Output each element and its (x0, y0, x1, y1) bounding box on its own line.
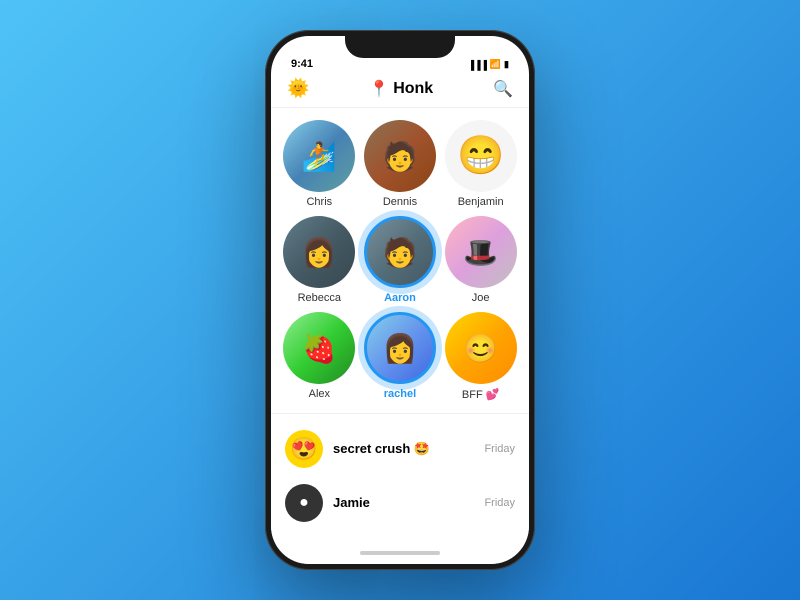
friend-rachel[interactable]: 👩 rachel (364, 312, 437, 401)
message-secret-crush[interactable]: 😍 secret crush 🤩 Friday (271, 422, 529, 476)
friend-name-rebecca: Rebecca (298, 292, 341, 304)
wifi-icon: 📶 (490, 59, 501, 70)
friend-dennis[interactable]: 🧑 Dennis (364, 120, 437, 208)
message-jamie[interactable]: ● Jamie Friday (271, 476, 529, 530)
battery-icon: ▮ (504, 59, 509, 70)
friend-bff[interactable]: 😊 BFF 💕 (444, 312, 517, 401)
friend-avatar-rebecca: 👩 (283, 216, 355, 288)
message-avatar-secret-crush: 😍 (285, 430, 323, 468)
friend-name-dennis: Dennis (383, 196, 417, 208)
app-header: 🌞 📍 Honk 🔍 (271, 74, 529, 108)
message-name-jamie: Jamie (333, 495, 370, 510)
friend-chris[interactable]: 🏄 Chris (283, 120, 356, 208)
friend-name-joe: Joe (472, 292, 490, 304)
home-bar (360, 551, 440, 555)
friend-name-bff: BFF 💕 (462, 388, 500, 401)
app-title-group: 📍 Honk (369, 79, 433, 99)
friend-name-aaron: Aaron (384, 292, 416, 304)
friend-aaron[interactable]: 🧑 Aaron (364, 216, 437, 304)
home-indicator (271, 542, 529, 564)
friend-name-alex: Alex (309, 388, 330, 400)
friend-avatar-alex: 🍓 (283, 312, 355, 384)
messages-list: 😍 secret crush 🤩 Friday ● Jamie Friday (271, 418, 529, 534)
friend-avatar-dennis: 🧑 (364, 120, 436, 192)
friend-avatar-chris: 🏄 (283, 120, 355, 192)
friend-avatar-benjamin: 😁 (445, 120, 517, 192)
friend-avatar-aaron: 🧑 (364, 216, 436, 288)
search-button[interactable]: 🔍 (493, 79, 513, 99)
friend-rebecca[interactable]: 👩 Rebecca (283, 216, 356, 304)
message-time-jamie: Friday (484, 497, 515, 509)
message-content-secret-crush: secret crush 🤩 (333, 440, 474, 458)
status-icons: ▐▐▐ 📶 ▮ (468, 59, 509, 70)
friend-avatar-rachel: 👩 (364, 312, 436, 384)
signal-icon: ▐▐▐ (468, 60, 487, 70)
main-content: 🏄 Chris 🧑 Dennis 😁 Benjamin (271, 108, 529, 542)
add-friends-button[interactable]: + Add Friends (271, 534, 529, 542)
message-time-secret-crush: Friday (484, 443, 515, 455)
phone-frame: 9:41 ▐▐▐ 📶 ▮ 🌞 📍 Honk 🔍 🏄 (265, 30, 535, 570)
friends-grid: 🏄 Chris 🧑 Dennis 😁 Benjamin (271, 108, 529, 409)
friend-name-rachel: rachel (384, 388, 416, 400)
friend-avatar-joe: 🎩 (445, 216, 517, 288)
notch (345, 36, 455, 58)
friend-benjamin[interactable]: 😁 Benjamin (444, 120, 517, 208)
friend-name-benjamin: Benjamin (458, 196, 504, 208)
friend-joe[interactable]: 🎩 Joe (444, 216, 517, 304)
divider (271, 413, 529, 414)
friend-name-chris: Chris (306, 196, 332, 208)
friend-avatar-bff: 😊 (445, 312, 517, 384)
phone-screen: 9:41 ▐▐▐ 📶 ▮ 🌞 📍 Honk 🔍 🏄 (271, 36, 529, 564)
friend-alex[interactable]: 🍓 Alex (283, 312, 356, 401)
location-icon: 📍 (369, 79, 389, 99)
status-time: 9:41 (291, 58, 313, 70)
message-content-jamie: Jamie (333, 494, 474, 512)
app-title: Honk (393, 80, 433, 98)
message-avatar-jamie: ● (285, 484, 323, 522)
sun-icon[interactable]: 🌞 (287, 78, 309, 99)
message-name-secret-crush: secret crush 🤩 (333, 441, 430, 456)
